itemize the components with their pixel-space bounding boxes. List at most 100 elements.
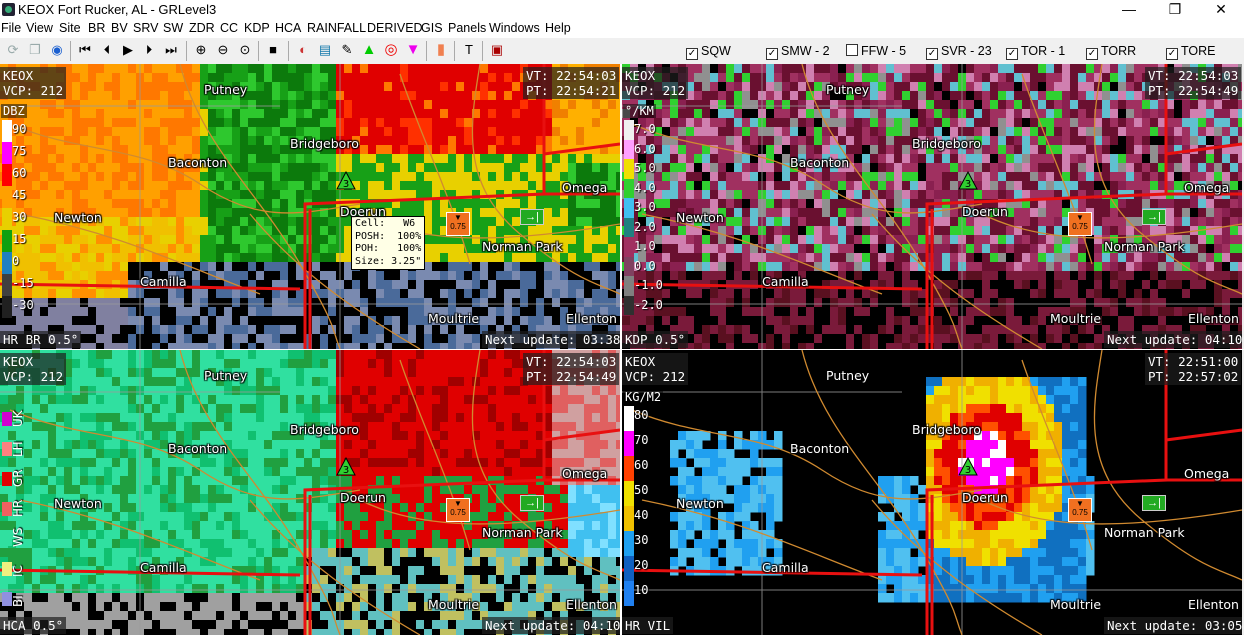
city-label-bridgeboro: Bridgeboro — [912, 422, 981, 437]
pin-icon[interactable]: ✎ — [338, 41, 356, 59]
copy-icon[interactable]: ❐ — [26, 41, 44, 59]
legend-swatch — [624, 256, 634, 276]
storm-motion-marker[interactable]: →| — [1142, 209, 1166, 225]
close-button[interactable]: ✕ — [1198, 0, 1244, 20]
legend-swatch — [2, 230, 12, 252]
toggle-tore[interactable]: ✓ TORE — [1166, 44, 1216, 60]
city-label-putney: Putney — [204, 82, 248, 97]
hca-category: WS — [2, 528, 28, 548]
menu-zdr[interactable]: ZDR — [189, 21, 215, 35]
hail-marker[interactable]: ▼ 0.75 — [1068, 498, 1092, 522]
legend-unit: KG/M2 — [623, 390, 664, 404]
radar-image-kdp[interactable] — [622, 64, 1242, 349]
hca-label: GR — [11, 469, 25, 487]
menu-cc[interactable]: CC — [220, 21, 238, 35]
record-icon[interactable]: ▣ — [488, 41, 506, 59]
tvs-triangle-icon[interactable]: ▼ — [404, 41, 422, 59]
radar-image-br[interactable] — [0, 64, 620, 349]
radar-panel-kdp[interactable]: KEOX VCP: 212 VT: 22:54:03 PT: 22:54:49 … — [622, 64, 1242, 349]
layers-icon[interactable]: ▤ — [316, 41, 334, 59]
highlight-icon[interactable]: ▮ — [432, 41, 450, 59]
meso-circle-icon[interactable]: ◎ — [382, 41, 400, 59]
panel-divider-horizontal[interactable] — [0, 349, 1244, 350]
legend-tick: 50 — [634, 483, 649, 497]
toggle-sqw[interactable]: ✓ SQW — [686, 44, 731, 60]
panel-site-label: KEOX VCP: 212 — [0, 67, 67, 99]
checkbox-tor[interactable]: ✓ — [1006, 48, 1018, 60]
menu-panels[interactable]: Panels — [448, 21, 486, 35]
menu-bv[interactable]: BV — [111, 21, 128, 35]
storm-cell-marker[interactable]: 3 — [336, 170, 356, 191]
menu-file[interactable]: File — [1, 21, 21, 35]
checkbox-tore[interactable]: ✓ — [1166, 48, 1178, 60]
legend-tick: 5.0 — [634, 161, 656, 175]
refresh-icon[interactable]: ⟳ — [4, 41, 22, 59]
city-label-baconton: Baconton — [168, 155, 228, 170]
menu-windows[interactable]: Windows — [489, 21, 540, 35]
last-frame-icon[interactable]: ⏭ — [162, 41, 180, 59]
panel-time-label: VT: 22:54:03 PT: 22:54:49 — [1145, 67, 1242, 99]
checkbox-torr[interactable]: ✓ — [1086, 48, 1098, 60]
storm-motion-marker[interactable]: →| — [1142, 495, 1166, 511]
menu-srv[interactable]: SRV — [133, 21, 158, 35]
legend-swatch — [624, 120, 634, 140]
hail-marker[interactable]: ▼ 0.75 — [446, 498, 470, 522]
toggle-svr[interactable]: ✓ SVR - 23 — [926, 44, 992, 60]
first-frame-icon[interactable]: ⏮ — [76, 41, 94, 59]
legend-swatch — [624, 178, 634, 198]
city-label-camilla: Camilla — [140, 560, 187, 575]
radar-panel-vil[interactable]: KEOX VCP: 212 VT: 22:51:00 PT: 22:57:02 … — [622, 350, 1242, 635]
previous-frame-icon[interactable]: ⏴ — [98, 41, 116, 59]
menu-gis[interactable]: GIS — [421, 21, 443, 35]
menu-derived[interactable]: DERIVED — [367, 21, 423, 35]
legend-swatch — [624, 506, 634, 531]
city-label-norman-park: Norman Park — [1104, 525, 1185, 540]
minimize-button[interactable]: — — [1106, 0, 1152, 20]
hca-category: HR — [2, 500, 28, 518]
storm-cell-marker[interactable]: 3 — [336, 456, 356, 477]
menu-sw[interactable]: SW — [163, 21, 183, 35]
menu-site[interactable]: Site — [59, 21, 81, 35]
city-label-newton: Newton — [54, 210, 102, 225]
hail-marker[interactable]: ▼ 0.75 — [446, 212, 470, 236]
globe-icon[interactable]: ◉ — [48, 41, 66, 59]
menu-view[interactable]: View — [26, 21, 53, 35]
checkbox-sqw[interactable]: ✓ — [686, 48, 698, 60]
storm-triangle-icon[interactable]: ▲ — [360, 41, 378, 59]
play-icon[interactable]: ▶ — [119, 41, 137, 59]
zoom-out-icon[interactable]: ⊖ — [214, 41, 232, 59]
checkbox-smw[interactable]: ✓ — [766, 48, 778, 60]
legend-swatch — [2, 120, 12, 142]
hail-marker[interactable]: ▼ 0.75 — [1068, 212, 1092, 236]
zoom-in-icon[interactable]: ⊕ — [192, 41, 210, 59]
color-table-icon[interactable]: ◐ — [294, 41, 312, 59]
toggle-smw[interactable]: ✓ SMW - 2 — [766, 44, 830, 60]
toggle-tor[interactable]: ✓ TOR - 1 — [1006, 44, 1065, 60]
menu-kdp[interactable]: KDP — [244, 21, 270, 35]
storm-cell-marker[interactable]: 3 — [958, 170, 978, 191]
radar-image-vil[interactable] — [622, 350, 1242, 635]
checkbox-ffw[interactable] — [846, 44, 858, 56]
text-tool-icon[interactable]: T — [460, 41, 478, 59]
radar-panel-hca[interactable]: KEOX VCP: 212 VT: 22:54:03 PT: 22:54:49 … — [0, 350, 620, 635]
stop-icon[interactable]: ■ — [264, 41, 282, 59]
menu-rainfall[interactable]: RAINFALL — [307, 21, 366, 35]
legend-swatch — [624, 406, 634, 431]
radar-image-hca[interactable] — [0, 350, 620, 635]
zoom-reset-icon[interactable]: ⊙ — [236, 41, 254, 59]
legend-tick: 60 — [12, 166, 27, 180]
next-frame-icon[interactable]: ⏵ — [140, 41, 158, 59]
storm-motion-marker[interactable]: →| — [520, 495, 544, 511]
restore-button[interactable]: ❐ — [1152, 0, 1198, 20]
toggle-ffw[interactable]: FFW - 5 — [846, 44, 906, 58]
menu-hca[interactable]: HCA — [275, 21, 301, 35]
checkbox-svr[interactable]: ✓ — [926, 48, 938, 60]
legend-tick: 10 — [634, 583, 649, 597]
menu-help[interactable]: Help — [545, 21, 571, 35]
radar-panel-br[interactable]: KEOX VCP: 212 VT: 22:54:03 PT: 22:54:21 … — [0, 64, 620, 349]
storm-motion-marker[interactable]: →| — [520, 209, 544, 225]
storm-cell-marker[interactable]: 3 — [958, 456, 978, 477]
legend-swatch — [2, 274, 12, 296]
toggle-torr[interactable]: ✓ TORR — [1086, 44, 1136, 60]
menu-br[interactable]: BR — [88, 21, 105, 35]
